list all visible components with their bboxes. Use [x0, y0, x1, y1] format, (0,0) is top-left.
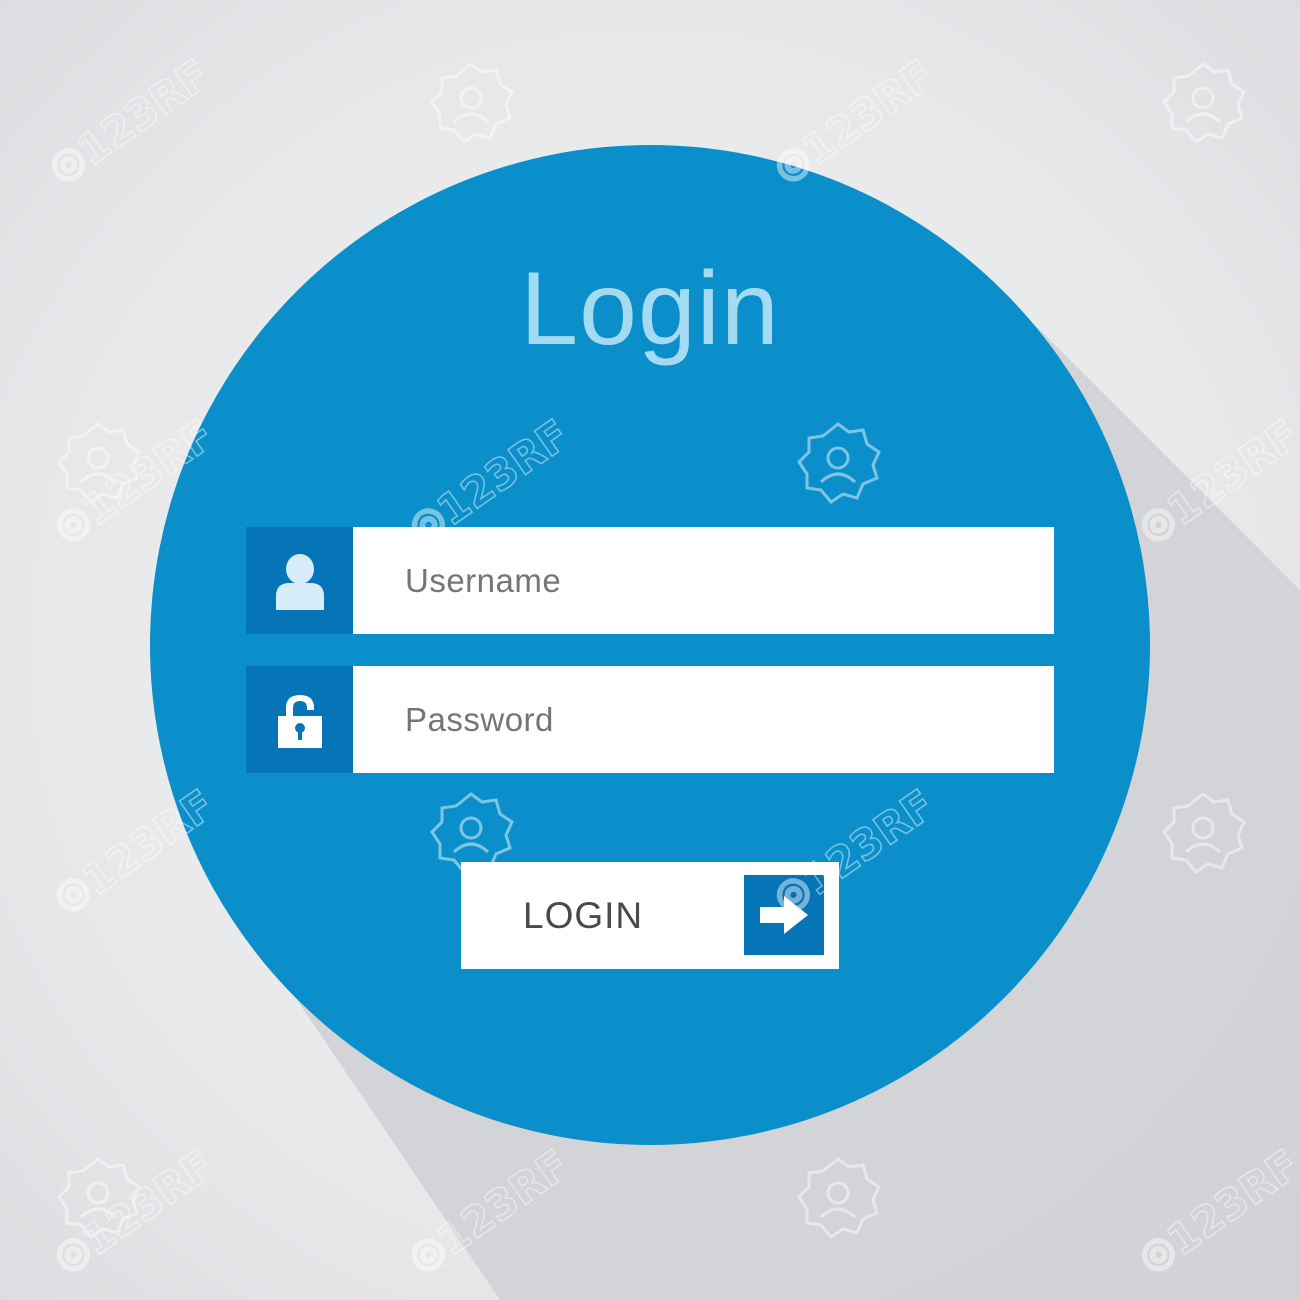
arrow-right-icon — [760, 896, 808, 934]
login-button[interactable]: LOGIN — [461, 862, 839, 969]
user-icon — [275, 553, 324, 610]
lock-icon — [277, 694, 322, 748]
password-input[interactable] — [353, 666, 1054, 773]
password-icon-box — [246, 666, 353, 773]
login-screen: Login LOGIN ⦾123RF⦾123RF — [0, 0, 1300, 1300]
username-input[interactable] — [353, 527, 1054, 634]
login-arrow-box — [744, 875, 824, 955]
password-row — [246, 666, 1054, 773]
page-title: Login — [520, 251, 780, 367]
login-button-label: LOGIN — [523, 895, 644, 936]
username-icon-box — [246, 527, 353, 634]
username-row — [246, 527, 1054, 634]
